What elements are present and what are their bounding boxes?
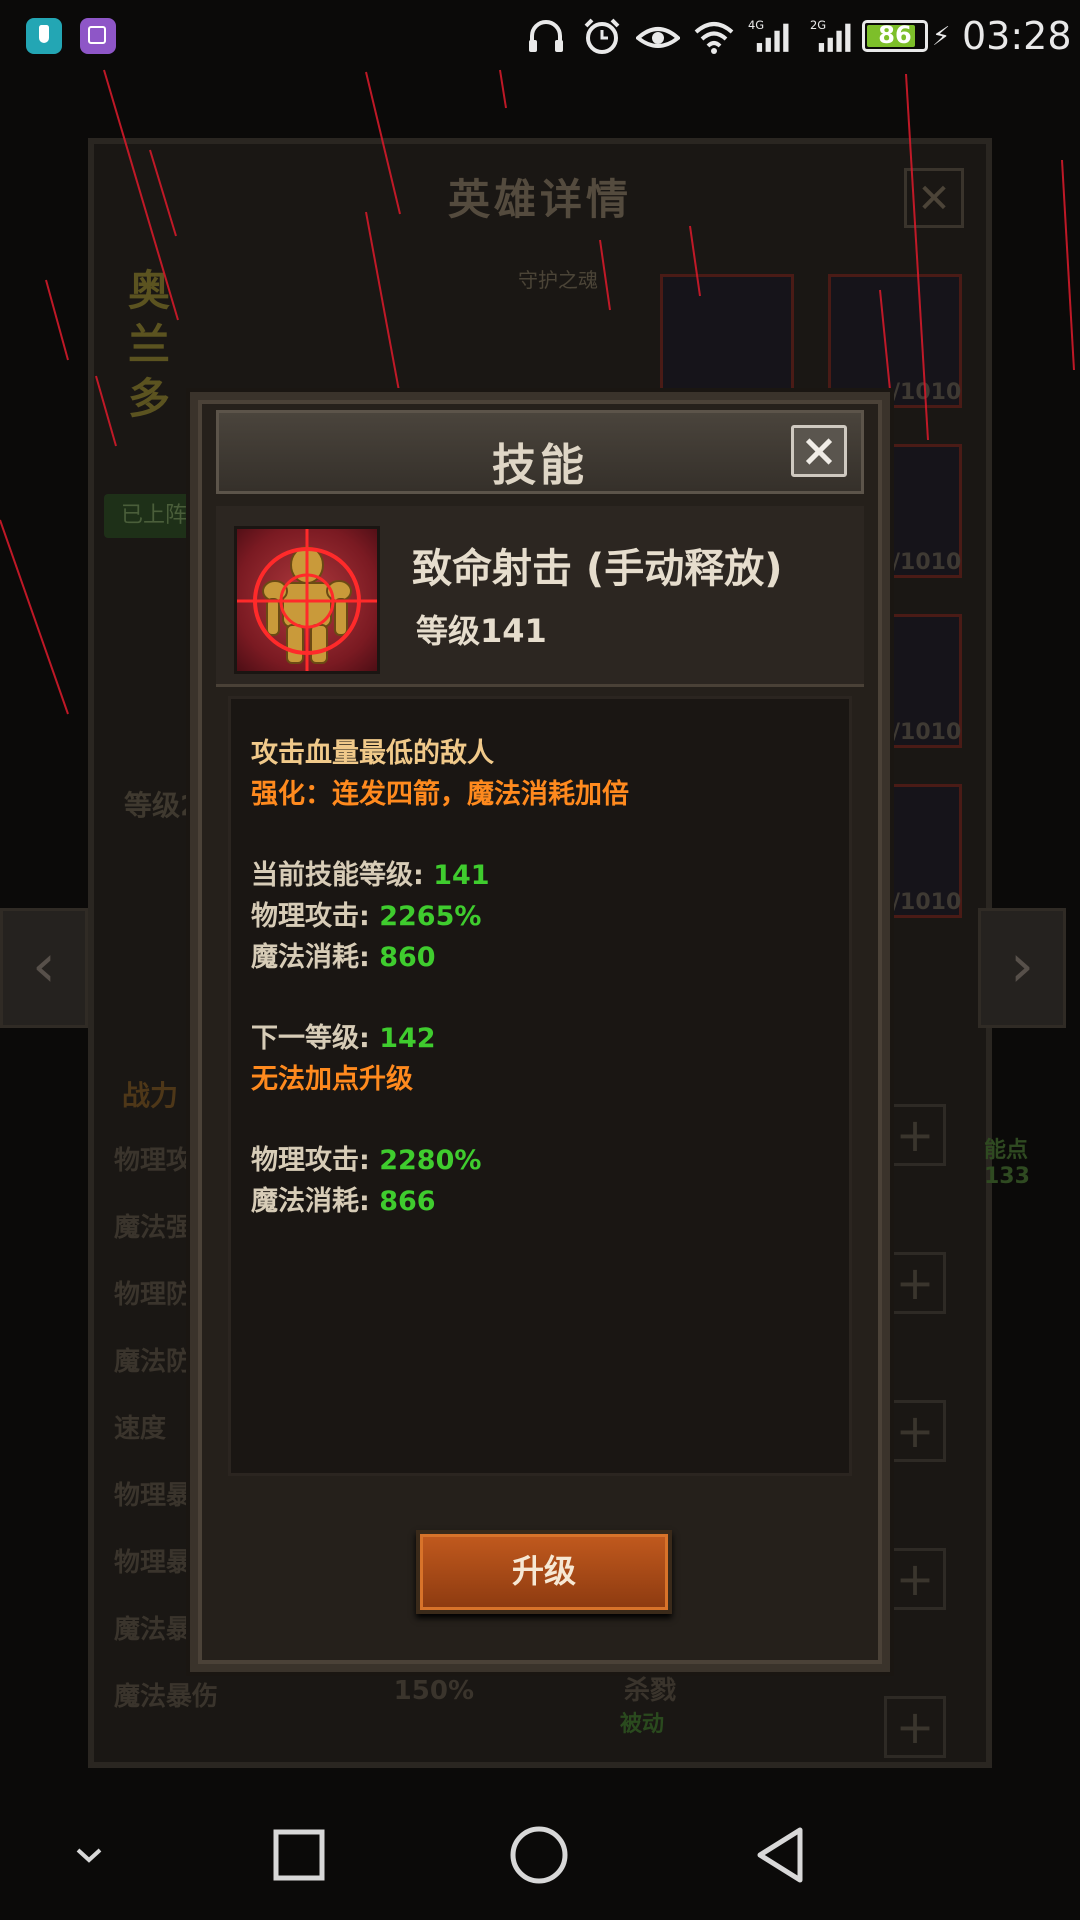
next-physical-attack-value: 2280%: [379, 1145, 482, 1176]
recent-apps-square-icon[interactable]: [264, 1820, 334, 1890]
skill-dialog-header: 技能: [216, 410, 864, 494]
skill-name: 致命射击 (手动释放): [412, 546, 783, 592]
hide-nav-chevron-down-icon[interactable]: [54, 1820, 124, 1890]
stat-row: 魔法暴伤 150%: [114, 1676, 474, 1712]
bg-skill-name: 杀戮: [624, 1676, 677, 1706]
hero-level: 等级2: [124, 789, 200, 822]
add-skill-point-icon: +: [884, 1400, 946, 1462]
next-level-line: 下一等级: 142: [251, 1023, 436, 1054]
skill-description-box: 攻击血量最低的敌人 强化：连发四箭，魔法消耗加倍 当前技能等级: 141 物理攻…: [228, 696, 852, 1476]
cannot-upgrade-text: 无法加点升级: [251, 1064, 413, 1095]
equipment-level: /1010: [892, 550, 962, 575]
skill-dialog: 技能 致命射击 (手动释放) 等级141 攻击血量最低的敌人 强化：连发四箭，魔…: [190, 392, 890, 1672]
previous-hero-arrow-icon: ‹: [0, 908, 88, 1028]
skill-description: 攻击血量最低的敌人 强化：连发四箭，魔法消耗加倍 当前技能等级: 141 物理攻…: [251, 733, 851, 1222]
deployed-badge: 已上阵: [104, 494, 204, 538]
next-mana-cost-line: 魔法消耗: 866: [251, 1186, 436, 1217]
add-skill-point-icon: +: [884, 1696, 946, 1758]
soul-label: 守护之魂: [518, 268, 598, 292]
mana-cost-value: 860: [379, 942, 436, 973]
add-skill-point-icon: +: [884, 1104, 946, 1166]
skill-header: 致命射击 (手动释放) 等级141: [216, 506, 864, 687]
hero-details-title: 英雄详情: [447, 175, 632, 224]
next-level-value: 142: [379, 1023, 436, 1054]
add-skill-point-icon: +: [884, 1252, 946, 1314]
bg-skill-type: 被动: [620, 1712, 665, 1737]
add-skill-point-icon: +: [884, 1548, 946, 1610]
home-circle-icon[interactable]: [504, 1820, 574, 1890]
skill-effect-text: 攻击血量最低的敌人: [251, 738, 494, 769]
close-button[interactable]: [791, 425, 847, 477]
mana-cost-line: 魔法消耗: 860: [251, 942, 436, 973]
skill-dialog-title: 技能: [492, 440, 588, 491]
current-level-value: 141: [433, 860, 490, 891]
next-hero-arrow-icon: ›: [978, 908, 1066, 1028]
back-triangle-icon[interactable]: [746, 1820, 816, 1890]
next-physical-attack-line: 物理攻击: 2280%: [251, 1145, 482, 1176]
hero-details-close-icon: ✕: [904, 168, 964, 228]
equipment-level: /1010: [892, 890, 962, 915]
next-mana-cost-value: 866: [379, 1186, 436, 1217]
current-level-line: 当前技能等级: 141: [251, 860, 490, 891]
system-navigation-bar: [0, 1780, 1080, 1920]
equipment-level: /1010: [892, 380, 962, 405]
physical-attack-value: 2265%: [379, 901, 482, 932]
upgrade-button[interactable]: 升级: [416, 1530, 672, 1614]
skill-level: 等级141: [416, 612, 547, 650]
physical-attack-line: 物理攻击: 2265%: [251, 901, 482, 932]
equipment-slot: [660, 274, 794, 408]
hero-name: 奥兰多: [127, 266, 170, 423]
power-label: 战力: [122, 1079, 179, 1112]
skill-enhance-text: 强化：连发四箭，魔法消耗加倍: [251, 779, 629, 810]
equipment-level: /1010: [892, 720, 962, 745]
skill-points: 能点133: [984, 1138, 1030, 1189]
crosshair-armor-skill-icon: [234, 526, 380, 674]
